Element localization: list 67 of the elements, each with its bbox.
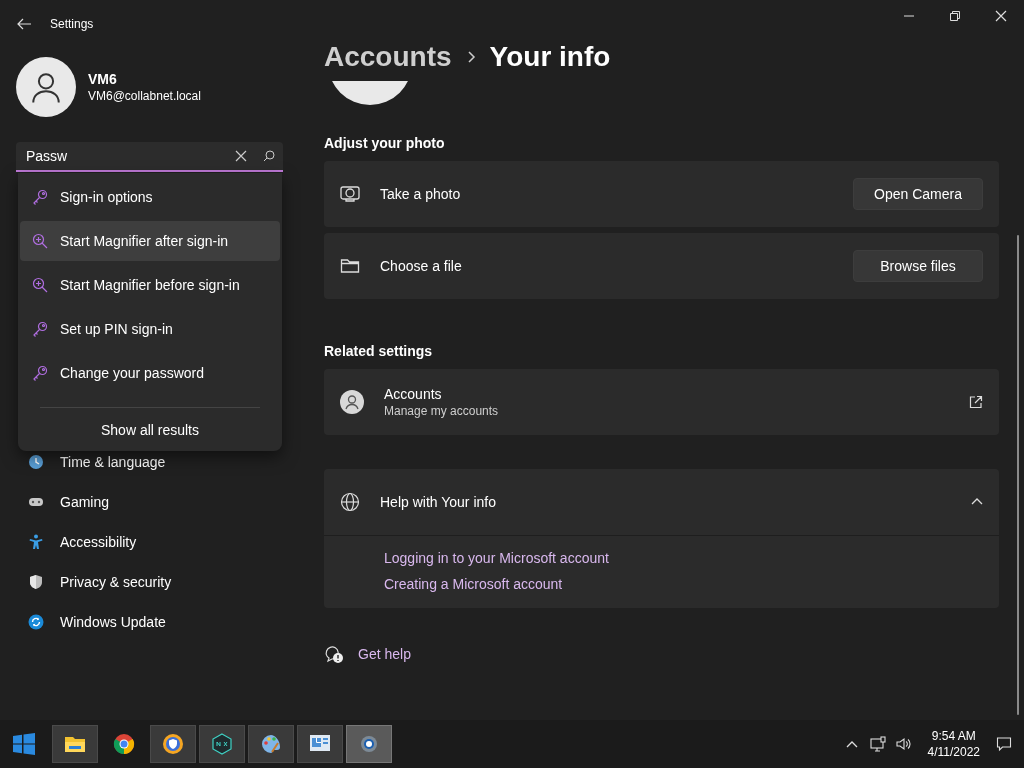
palette-icon [259, 732, 283, 756]
suggestion-item[interactable]: Change your password [20, 353, 280, 393]
windows-start-icon[interactable] [12, 732, 36, 756]
card-title: Accounts [384, 386, 443, 402]
taskbar-app[interactable] [297, 725, 343, 763]
help-link[interactable]: Logging in to your Microsoft account [384, 550, 609, 566]
globe-icon [340, 492, 360, 512]
chrome-icon [112, 732, 136, 756]
key-icon [32, 321, 48, 337]
zoom-in-icon [32, 233, 48, 249]
network-icon[interactable] [869, 736, 886, 752]
card-label: Take a photo [380, 186, 462, 202]
globe-clock-icon [28, 454, 44, 470]
volume-icon[interactable] [895, 736, 912, 752]
window-title: Settings [50, 17, 94, 31]
zoom-in-icon [32, 277, 48, 293]
sidebar-item[interactable]: Privacy & security [60, 574, 172, 590]
camera-icon [340, 184, 360, 204]
search-field[interactable]: Passw [16, 142, 283, 172]
settings-card[interactable]: Accounts Manage my accounts [324, 369, 999, 435]
external-link-icon [969, 395, 983, 409]
restore-icon[interactable] [949, 10, 961, 22]
avatar [16, 57, 76, 117]
help-chat-icon [324, 644, 344, 664]
back-icon[interactable] [16, 16, 32, 32]
person-icon [28, 534, 44, 550]
sidebar-item[interactable]: Windows Update [60, 614, 166, 630]
section-heading: Related settings [324, 343, 434, 359]
taskbar-app[interactable] [52, 725, 98, 763]
help-header[interactable]: Help with Your info [324, 469, 999, 536]
taskbar-app[interactable] [199, 725, 245, 763]
sync-icon [28, 614, 44, 630]
user-email: VM6@collabnet.local [88, 89, 201, 103]
folder-icon [340, 256, 360, 276]
person-icon [340, 390, 364, 414]
help-link[interactable]: Creating a Microsoft account [384, 576, 563, 592]
hexagon-icon [210, 732, 234, 756]
key-icon [32, 189, 48, 205]
card-subtitle: Manage my accounts [384, 404, 500, 418]
user-name: VM6 [88, 71, 118, 87]
suggestion-item[interactable]: Start Magnifier before sign-in [20, 265, 280, 305]
breadcrumb-link[interactable]: Accounts [324, 41, 452, 73]
sidebar-item[interactable]: Gaming [60, 494, 110, 510]
taskbar-app[interactable] [248, 725, 294, 763]
close-icon[interactable] [995, 10, 1007, 22]
action-button[interactable]: Browse files [853, 250, 983, 282]
section-heading: Adjust your photo [324, 135, 446, 151]
sidebar-item[interactable]: Time & language [60, 454, 166, 470]
suggestion-item[interactable]: Sign-in options [20, 177, 280, 217]
key-icon [32, 365, 48, 381]
card-label: Choose a file [380, 258, 463, 274]
sidebar-item[interactable]: Accessibility [60, 534, 137, 550]
scrollbar[interactable] [1017, 235, 1019, 715]
show-all-results-button[interactable]: Show all results [100, 422, 199, 438]
chevron-right-icon [465, 51, 476, 63]
notification-icon[interactable] [996, 736, 1012, 752]
shield-browser-icon [161, 732, 185, 756]
clock[interactable]: 9:54 AM 4/11/2022 [927, 728, 980, 760]
suggestion-item[interactable]: Set up PIN sign-in [20, 309, 280, 349]
shield-icon [28, 574, 44, 590]
get-help-link[interactable]: Get help [358, 646, 411, 662]
page-title: Your info [489, 41, 611, 73]
suggestion-item[interactable]: Start Magnifier after sign-in [20, 221, 280, 261]
clear-icon[interactable] [235, 150, 247, 162]
action-button[interactable]: Open Camera [853, 178, 983, 210]
search-icon[interactable] [263, 150, 275, 162]
taskbar-app[interactable] [150, 725, 196, 763]
